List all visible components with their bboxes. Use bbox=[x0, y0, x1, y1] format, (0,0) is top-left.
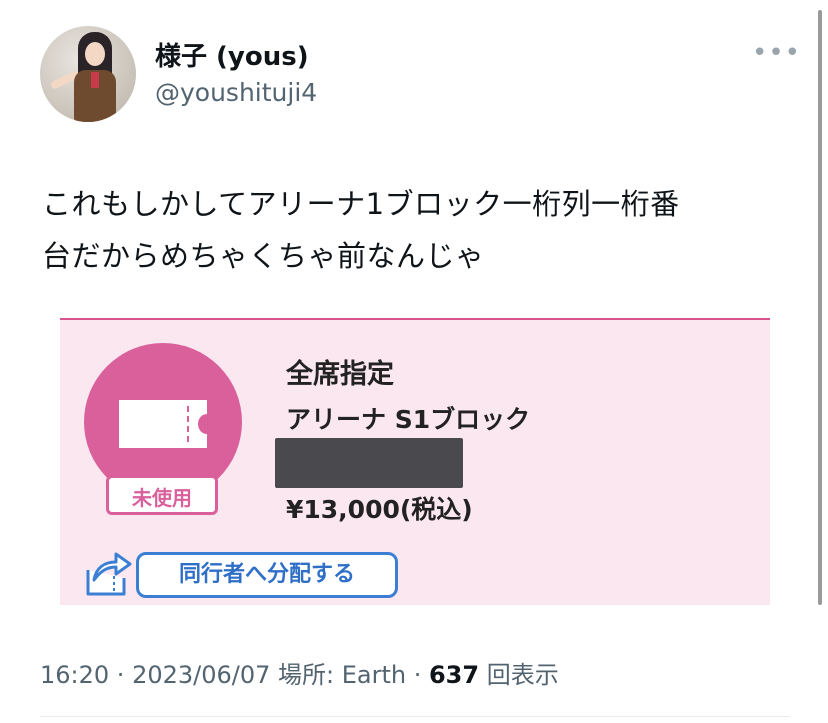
tweet-text: これもしかしてアリーナ1ブロック一桁列一桁番 台だからめちゃくちゃ前なんじゃ bbox=[42, 178, 792, 282]
author-display-name[interactable]: 様子 (yous) bbox=[155, 36, 309, 73]
tweet-meta: 16:20 · 2023/06/07 場所: Earth · 637 回表示 bbox=[40, 655, 559, 690]
view-count[interactable]: 637 bbox=[429, 661, 479, 689]
tweet-time[interactable]: 16:20 bbox=[40, 661, 109, 689]
ticket-image[interactable]: 未使用 全席指定 アリーナ S1ブロック ¥13,000(税込) 同行者へ分配す… bbox=[60, 318, 770, 605]
tweet-text-line: これもしかしてアリーナ1ブロック一桁列一桁番 bbox=[42, 187, 680, 221]
tweet-location: 場所: Earth bbox=[270, 661, 407, 689]
seat-type: 全席指定 bbox=[286, 359, 394, 390]
status-badge: 未使用 bbox=[106, 475, 218, 515]
tweet-date[interactable]: 2023/06/07 bbox=[132, 661, 270, 689]
ticket-price: ¥13,000(税込) bbox=[286, 495, 473, 524]
share-to-companion-button[interactable]: 同行者へ分配する bbox=[84, 548, 402, 600]
meta-separator: · bbox=[406, 661, 429, 689]
share-button-label[interactable]: 同行者へ分配する bbox=[136, 552, 398, 598]
meta-separator: · bbox=[109, 661, 133, 689]
share-arrow-icon bbox=[86, 552, 132, 596]
view-count-label: 回表示 bbox=[479, 661, 559, 689]
more-horizontal-icon[interactable]: ••• bbox=[752, 38, 801, 68]
divider bbox=[40, 716, 790, 717]
scrollbar[interactable] bbox=[818, 10, 822, 605]
seat-block: アリーナ S1ブロック bbox=[286, 405, 531, 434]
author-handle[interactable]: @youshituji4 bbox=[155, 78, 317, 107]
ticket-icon bbox=[119, 400, 216, 448]
avatar[interactable] bbox=[40, 26, 136, 122]
tweet-text-line: 台だからめちゃくちゃ前なんじゃ bbox=[42, 239, 485, 273]
redacted-seat-info bbox=[275, 438, 463, 488]
